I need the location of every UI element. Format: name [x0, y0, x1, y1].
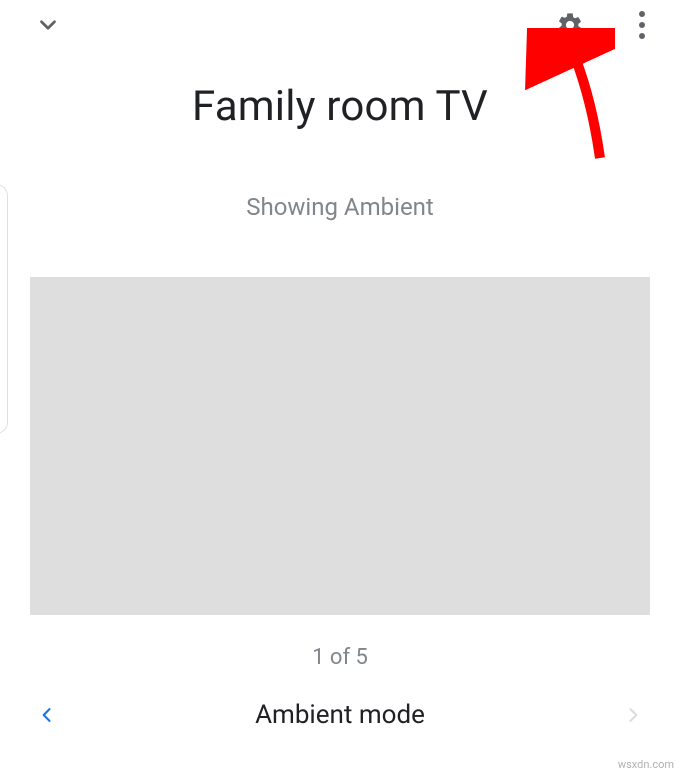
settings-button[interactable]: [550, 5, 590, 45]
next-mode-button[interactable]: [620, 705, 646, 725]
back-button[interactable]: [28, 5, 68, 45]
chevron-right-icon: [623, 705, 643, 725]
device-status: Showing Ambient: [0, 193, 680, 221]
prev-mode-button[interactable]: [34, 705, 60, 725]
more-vert-icon: [639, 11, 645, 39]
page-indicator: 1 of 5: [0, 645, 680, 670]
ambient-preview[interactable]: [30, 277, 650, 615]
device-title: Family room TV: [0, 82, 680, 131]
gear-icon: [556, 11, 584, 39]
chevron-left-icon: [37, 705, 57, 725]
chevron-down-icon: [35, 12, 61, 38]
side-drawer-indicator: [0, 184, 8, 434]
top-bar: [0, 0, 680, 44]
mode-row: Ambient mode: [0, 700, 680, 730]
watermark: wsxdn.com: [618, 758, 674, 771]
more-options-button[interactable]: [622, 5, 662, 45]
mode-label: Ambient mode: [60, 700, 620, 730]
